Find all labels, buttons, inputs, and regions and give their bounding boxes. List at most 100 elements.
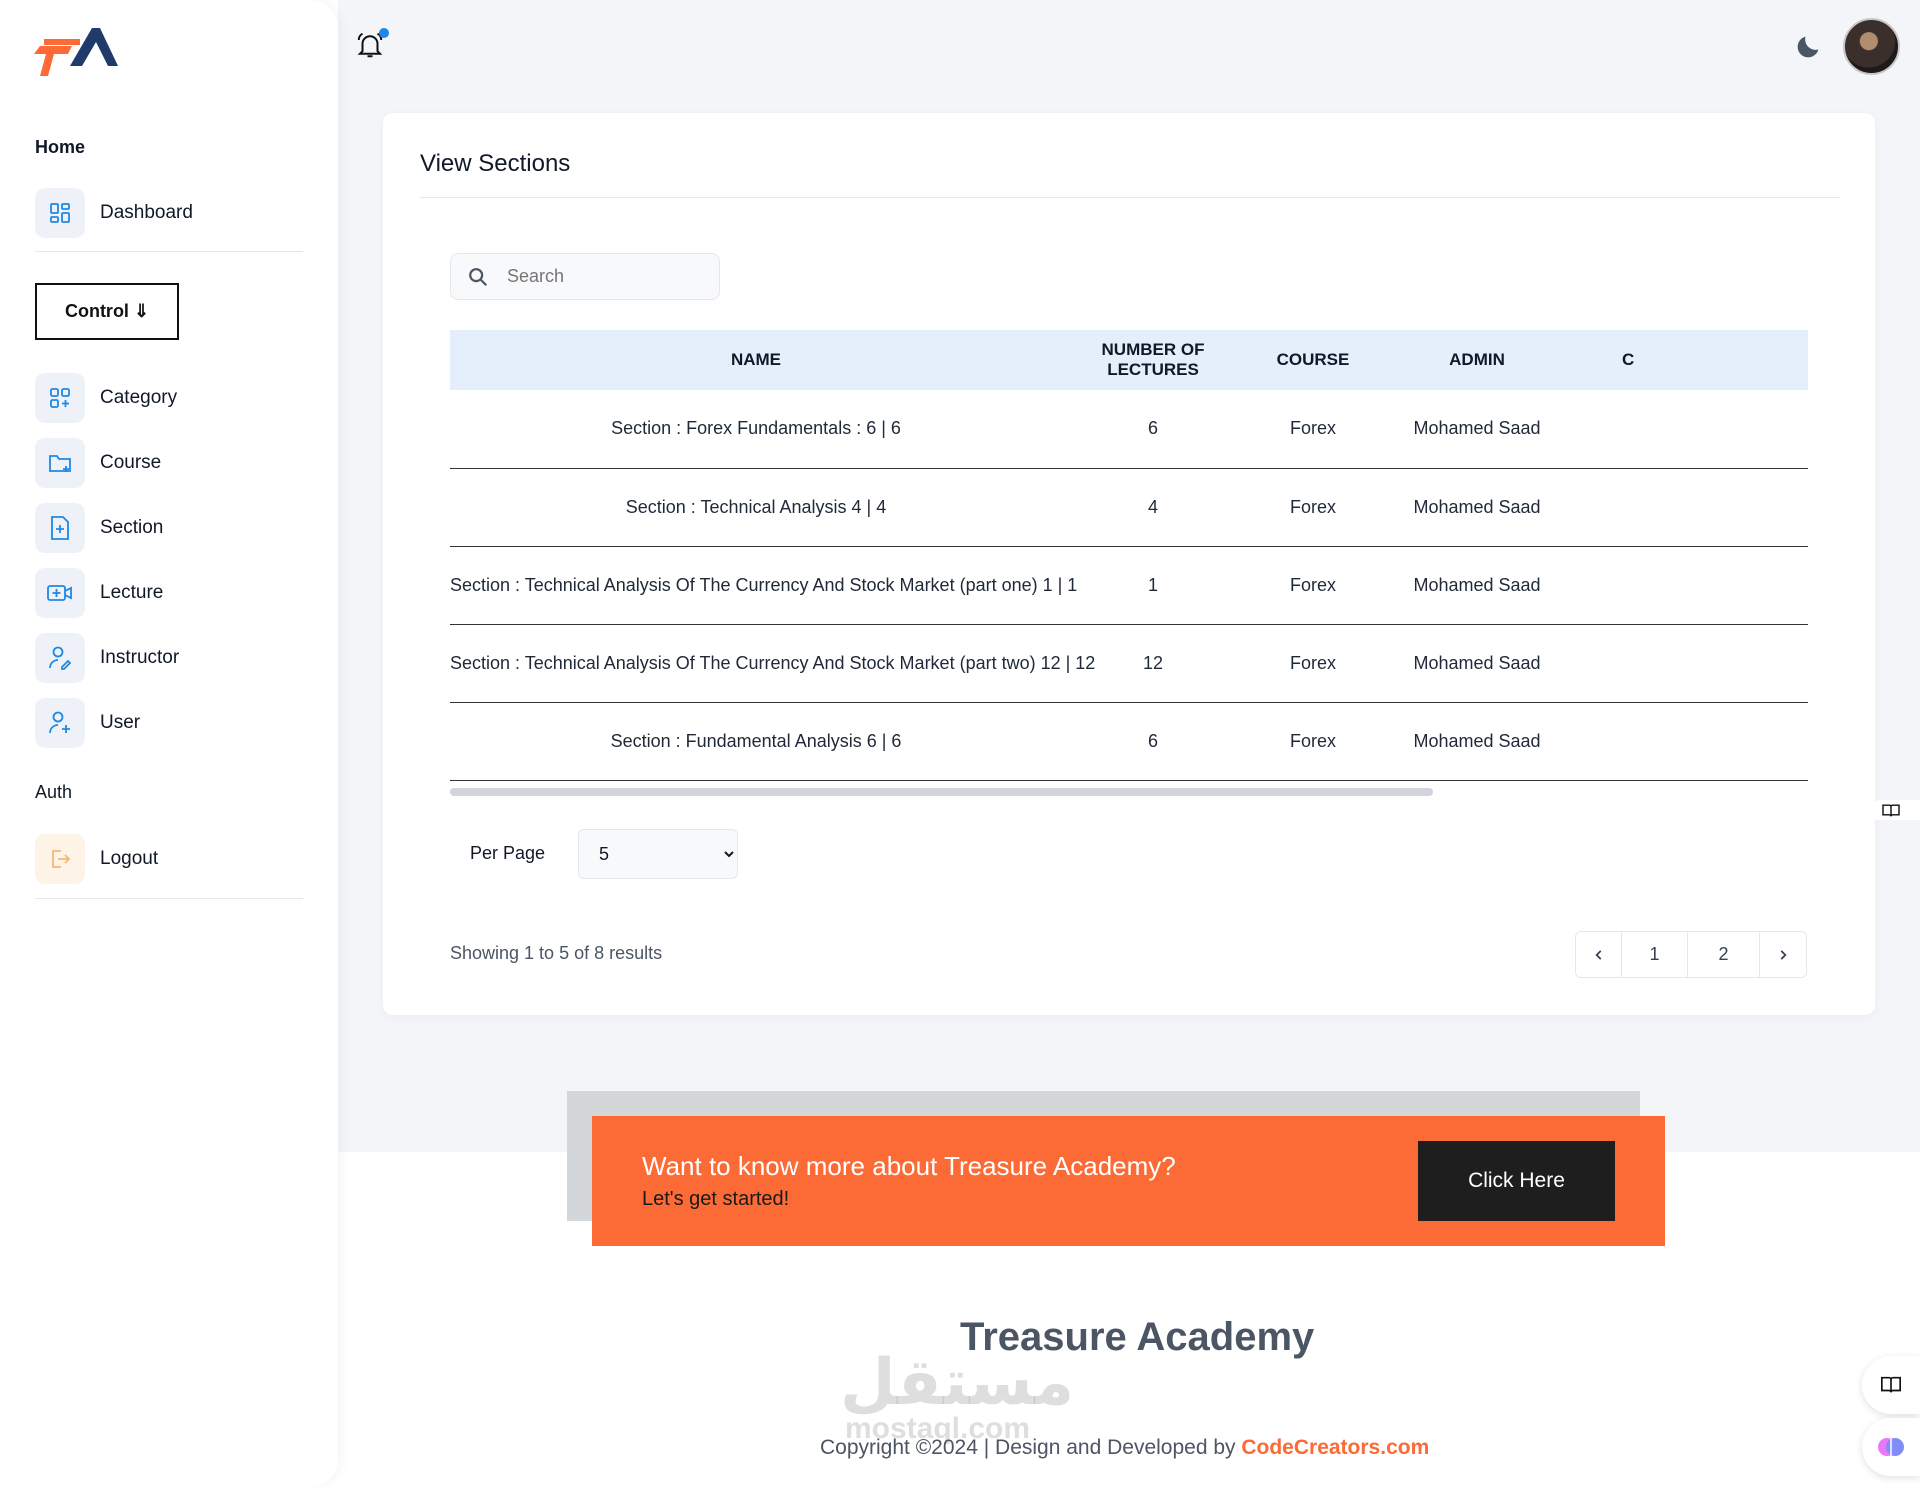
sidebar-item-section[interactable]: Section: [35, 503, 300, 553]
page-button-1[interactable]: 1: [1622, 932, 1688, 977]
cell-name: Section : Fundamental Analysis 6 | 6: [610, 730, 902, 751]
user-add-icon: [35, 698, 85, 748]
table-row[interactable]: Section : Technical Analysis 4 | 4 4 For…: [450, 468, 1808, 546]
cell-course: Forex: [1289, 730, 1336, 751]
book-icon: [1881, 1376, 1901, 1393]
cell-admin: Mohamed Saad: [1413, 418, 1541, 439]
footer-title: Treasure Academy: [960, 1315, 1315, 1359]
cell-lectures: 4: [1147, 496, 1158, 517]
column-header-truncated[interactable]: C: [1572, 330, 1808, 390]
dashboard-icon: [35, 188, 85, 238]
sections-table: NAME NUMBER OF LECTURES COURSE ADMIN C S…: [450, 330, 1808, 781]
home-heading: Home: [35, 137, 86, 157]
reader-mode-button[interactable]: [1862, 1356, 1920, 1414]
sidebar: Home Dashboard Control ⇓ Category Course…: [0, 0, 338, 1487]
cta-subtitle: Let's get started!: [642, 1188, 790, 1210]
page-button-2[interactable]: 2: [1688, 932, 1760, 977]
column-header-course[interactable]: COURSE: [1244, 330, 1382, 390]
table-row[interactable]: Section : Technical Analysis Of The Curr…: [450, 546, 1808, 624]
sidebar-item-label: Instructor: [100, 647, 180, 668]
sidebar-item-label: Lecture: [100, 582, 164, 603]
cta-title: Want to know more about Treasure Academy…: [642, 1151, 1176, 1181]
sidebar-item-dashboard[interactable]: Dashboard: [35, 188, 300, 238]
cell-course: Forex: [1289, 652, 1336, 673]
horizontal-scrollbar[interactable]: [450, 788, 1433, 796]
cell-admin: Mohamed Saad: [1413, 730, 1541, 751]
cell-truncated: [1572, 468, 1808, 546]
title-divider: [420, 197, 1840, 198]
next-page-button[interactable]: [1760, 932, 1806, 977]
sidebar-item-label: User: [100, 712, 141, 733]
column-header-admin[interactable]: ADMIN: [1382, 330, 1572, 390]
cell-admin: Mohamed Saad: [1413, 574, 1541, 595]
sidebar-item-category[interactable]: Category: [35, 373, 300, 423]
search-input[interactable]: [507, 266, 707, 287]
side-tool-partial[interactable]: [1862, 800, 1920, 820]
sidebar-item-user[interactable]: User: [35, 698, 300, 748]
column-header-name[interactable]: NAME: [450, 330, 1062, 390]
page-title: View Sections: [420, 150, 571, 177]
per-page-select[interactable]: 5: [578, 829, 738, 879]
cell-lectures: 1: [1147, 574, 1158, 595]
video-add-icon: [35, 568, 85, 618]
auth-heading: Auth: [35, 782, 73, 802]
table-row[interactable]: Section : Forex Fundamentals : 6 | 6 6 F…: [450, 390, 1808, 468]
column-header-lectures[interactable]: NUMBER OF LECTURES: [1062, 330, 1244, 390]
sidebar-item-label: Section: [100, 517, 164, 538]
cell-name: Section : Forex Fundamentals : 6 | 6: [611, 418, 901, 439]
control-button[interactable]: Control ⇓: [35, 283, 179, 340]
chevron-right-icon: [1780, 949, 1787, 960]
sidebar-item-label: Dashboard: [100, 202, 193, 223]
cell-course: Forex: [1289, 574, 1336, 595]
sidebar-divider: [35, 898, 303, 899]
document-add-icon: [35, 503, 85, 553]
cell-course: Forex: [1289, 496, 1336, 517]
cell-course: Forex: [1289, 418, 1336, 439]
cell-truncated: [1572, 390, 1808, 468]
cell-lectures: 6: [1147, 730, 1158, 751]
cell-name: Section : Technical Analysis 4 | 4: [625, 496, 887, 517]
user-edit-icon: [35, 633, 85, 683]
view-sections-card: View Sections NAME NUMBER OF LECTURES CO…: [383, 113, 1875, 1015]
cell-truncated: [1572, 702, 1808, 780]
per-page-label: Per Page: [470, 843, 546, 863]
search-box: [450, 253, 720, 300]
sidebar-divider: [35, 251, 303, 252]
copyright-prefix: Copyright ©2024 | Design and Developed b…: [820, 1436, 1242, 1459]
copyright-text: Copyright ©2024 | Design and Developed b…: [820, 1436, 1429, 1460]
book-icon: [1882, 804, 1900, 817]
sidebar-item-label: Course: [100, 452, 162, 473]
sections-table-container[interactable]: NAME NUMBER OF LECTURES COURSE ADMIN C S…: [450, 330, 1808, 794]
cell-admin: Mohamed Saad: [1413, 652, 1541, 673]
results-summary: Showing 1 to 5 of 8 results: [450, 943, 663, 963]
previous-page-button[interactable]: [1576, 932, 1622, 977]
sidebar-item-instructor[interactable]: Instructor: [35, 633, 300, 683]
cta-banner: Want to know more about Treasure Academy…: [592, 1116, 1665, 1246]
logo[interactable]: [30, 24, 120, 80]
sidebar-item-course[interactable]: Course: [35, 438, 300, 488]
user-avatar[interactable]: [1843, 18, 1900, 75]
cell-name: Section : Technical Analysis Of The Curr…: [450, 652, 1096, 673]
click-here-button[interactable]: Click Here: [1418, 1141, 1615, 1221]
brand-link[interactable]: CodeCreators.com: [1241, 1436, 1429, 1459]
table-row[interactable]: Section : Technical Analysis Of The Curr…: [450, 624, 1808, 702]
category-icon: [35, 373, 85, 423]
cell-lectures: 6: [1147, 418, 1158, 439]
ai-assistant-button[interactable]: [1862, 1418, 1920, 1476]
table-header-row: NAME NUMBER OF LECTURES COURSE ADMIN C: [450, 330, 1808, 390]
dark-mode-toggle-icon[interactable]: [1795, 32, 1823, 60]
cell-name: Section : Technical Analysis Of The Curr…: [450, 574, 1078, 595]
cell-truncated: [1572, 624, 1808, 702]
logout-icon: [35, 834, 85, 884]
sidebar-item-lecture[interactable]: Lecture: [35, 568, 300, 618]
pagination: 1 2: [1575, 931, 1807, 978]
sidebar-item-label: Category: [100, 387, 178, 408]
sidebar-item-logout[interactable]: Logout: [35, 834, 300, 884]
cell-truncated: [1572, 546, 1808, 624]
cell-admin: Mohamed Saad: [1413, 496, 1541, 517]
sidebar-item-label: Logout: [100, 848, 159, 869]
notification-dot: [379, 28, 389, 38]
search-icon: [469, 267, 488, 286]
folder-add-icon: [35, 438, 85, 488]
table-row[interactable]: Section : Fundamental Analysis 6 | 6 6 F…: [450, 702, 1808, 780]
